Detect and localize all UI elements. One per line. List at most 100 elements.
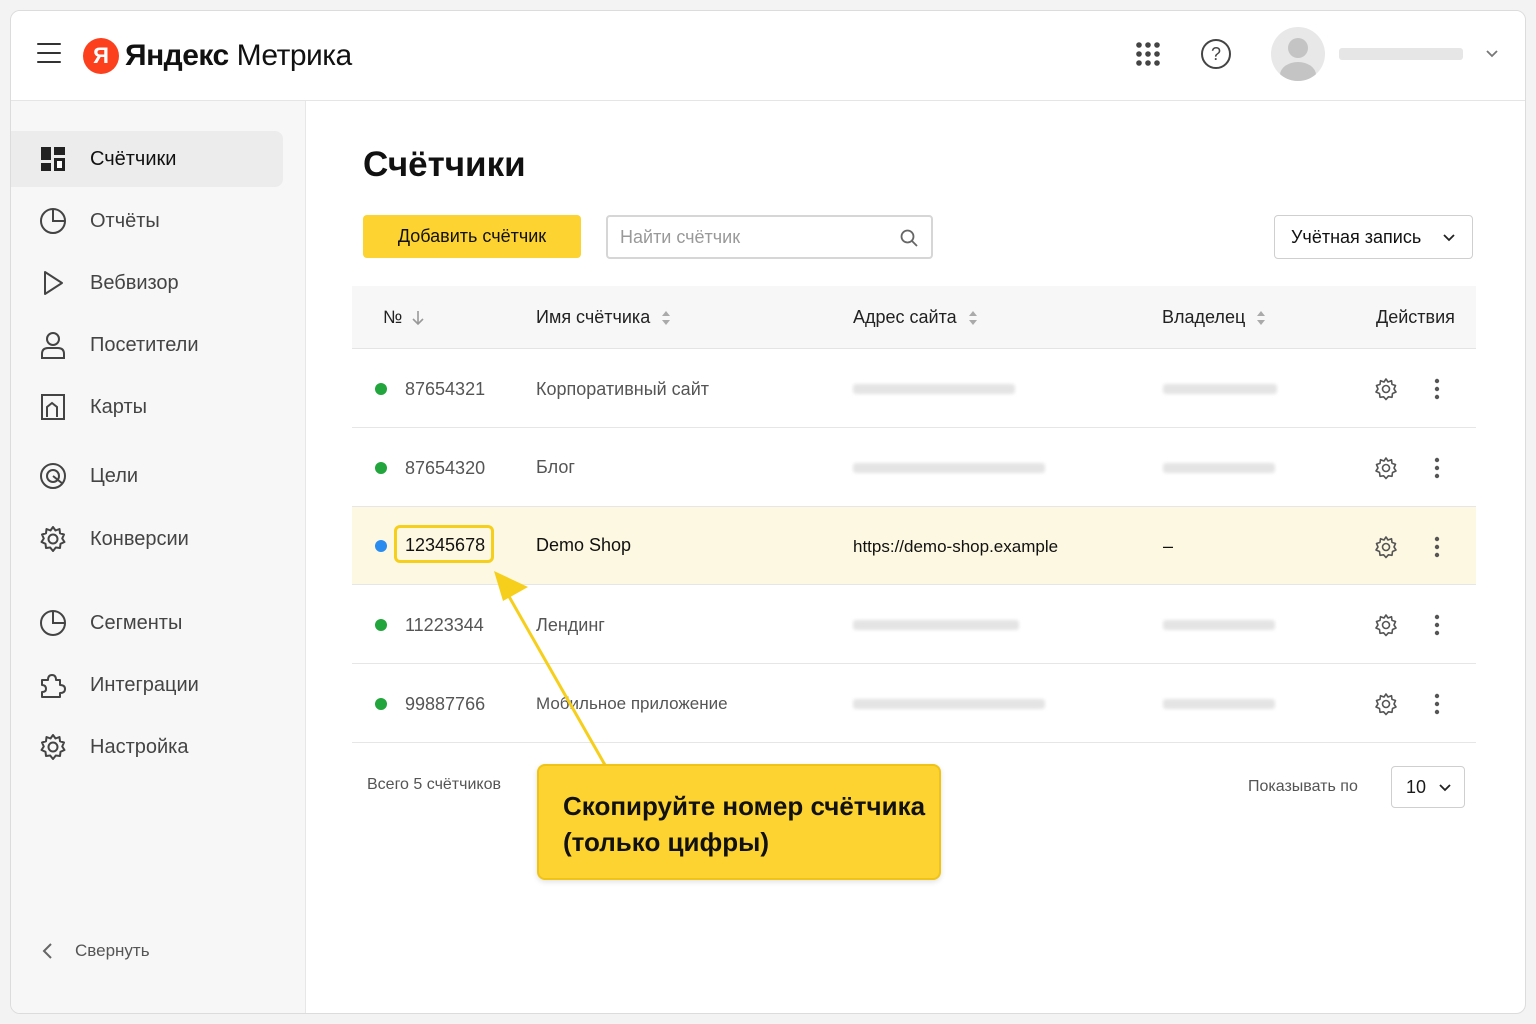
chevron-down-icon[interactable] [1485, 47, 1499, 61]
per-page-label: Показывать по [1248, 778, 1358, 795]
owner: – [1163, 536, 1174, 556]
more-options-icon[interactable] [1434, 457, 1440, 479]
callout-line-1: Скопируйте номер счётчика [563, 791, 926, 821]
sidebar-item-conversions[interactable]: Конверсии [11, 511, 283, 567]
more-options-icon[interactable] [1434, 693, 1440, 715]
redacted-owner [1163, 699, 1275, 709]
counter-name[interactable]: Demo Shop [536, 535, 631, 556]
settings-icon [38, 732, 68, 762]
redacted-owner [1163, 384, 1277, 394]
sidebar-item-label: Конверсии [90, 527, 189, 550]
apps-grid-icon[interactable] [1135, 41, 1161, 67]
sidebar-item-reports[interactable]: Отчёты [11, 193, 283, 249]
counter-id[interactable]: 12345678 [405, 535, 485, 556]
help-icon[interactable]: ? [1201, 39, 1231, 69]
redacted-owner [1163, 620, 1275, 630]
table-row[interactable]: 11223344 Лендинг [352, 585, 1476, 664]
product-logo[interactable]: Яндекс Метрика [125, 38, 352, 74]
sidebar-item-label: Посетители [90, 333, 199, 356]
status-dot [375, 462, 387, 474]
site-url[interactable]: https://demo-shop.example [853, 537, 1058, 557]
redacted-url [853, 463, 1045, 473]
more-options-icon[interactable] [1434, 614, 1440, 636]
sidebar-item-goals[interactable]: Цели [11, 448, 283, 504]
gear-icon[interactable] [1374, 456, 1398, 480]
map-icon [38, 392, 68, 422]
sort-icon [968, 310, 977, 325]
gear-icon[interactable] [1374, 692, 1398, 716]
instruction-callout: Скопируйте номер счётчика (только цифры) [537, 764, 941, 880]
counter-name[interactable]: Мобильное приложение [536, 694, 728, 714]
sidebar-item-counters[interactable]: Счётчики [11, 131, 283, 187]
callout-line-2: (только цифры) [563, 827, 770, 857]
counter-id[interactable]: 11223344 [405, 615, 484, 636]
counter-id[interactable]: 87654320 [405, 458, 485, 479]
sidebar-item-webvisor[interactable]: Вебвизор [11, 255, 283, 311]
more-options-icon[interactable] [1434, 536, 1440, 558]
sort-icon [662, 310, 671, 325]
per-page-select[interactable]: 10 [1391, 766, 1465, 808]
counter-id[interactable]: 99887766 [405, 694, 485, 715]
table-row[interactable]: 87654321 Корпоративный сайт [352, 349, 1476, 428]
page-title: Счётчики [363, 145, 526, 184]
column-header-name[interactable]: Имя счётчика [536, 307, 672, 328]
search-box[interactable] [606, 215, 933, 259]
puzzle-icon [38, 670, 68, 700]
logo-product: Метрика [236, 39, 353, 72]
avatar[interactable] [1271, 27, 1325, 81]
sidebar-item-label: Карты [90, 395, 147, 418]
redacted-url [853, 699, 1045, 709]
pie-chart-icon [38, 206, 68, 236]
account-select[interactable]: Учётная запись [1274, 215, 1473, 259]
column-header-owner[interactable]: Владелец [1162, 307, 1267, 328]
status-dot [375, 383, 387, 395]
segment-icon [38, 608, 68, 638]
redacted-url [853, 384, 1015, 394]
sidebar-item-label: Отчёты [90, 209, 160, 232]
target-icon [38, 461, 68, 491]
add-counter-button[interactable]: Добавить счётчик [363, 215, 581, 258]
dashboard-icon [38, 144, 68, 174]
more-options-icon[interactable] [1434, 378, 1440, 400]
table-row[interactable]: 99887766 Мобильное приложение [352, 664, 1476, 743]
gear-icon [38, 524, 68, 554]
sidebar-item-settings[interactable]: Настройка [11, 719, 283, 775]
per-page-value: 10 [1406, 777, 1427, 797]
counter-id[interactable]: 87654321 [405, 379, 485, 400]
logo-brand: Яндекс [125, 39, 229, 72]
sidebar-item-label: Цели [90, 464, 139, 487]
status-dot [375, 540, 387, 552]
redacted-url [853, 620, 1019, 630]
total-count: Всего 5 счётчиков [367, 776, 501, 793]
search-input[interactable] [620, 225, 880, 249]
column-header-url[interactable]: Адрес сайта [853, 307, 979, 328]
counter-name[interactable]: Блог [536, 457, 575, 478]
sidebar-item-segments[interactable]: Сегменты [11, 595, 283, 651]
sidebar-item-integrations[interactable]: Интеграции [11, 657, 283, 713]
gear-icon[interactable] [1374, 535, 1398, 559]
table-row-highlighted[interactable]: 12345678 Demo Shop https://demo-shop.exa… [352, 507, 1476, 585]
counters-table: № Имя счётчика Адрес сайта Владелец Дейс… [352, 286, 1476, 743]
chevron-down-icon [1443, 234, 1455, 242]
counter-name[interactable]: Лендинг [536, 615, 605, 636]
sidebar-item-maps[interactable]: Карты [11, 379, 283, 435]
sort-desc-icon [412, 310, 424, 325]
gear-icon[interactable] [1374, 613, 1398, 637]
gear-icon[interactable] [1374, 377, 1398, 401]
menu-icon[interactable] [37, 43, 61, 65]
status-dot [375, 619, 387, 631]
table-row[interactable]: 87654320 Блог [352, 428, 1476, 507]
counter-name[interactable]: Корпоративный сайт [536, 379, 709, 400]
username-placeholder[interactable] [1339, 48, 1463, 60]
collapse-sidebar-button[interactable]: Свернуть [41, 941, 150, 961]
top-header: Я Яндекс Метрика ? [11, 11, 1525, 101]
yandex-logo-icon[interactable]: Я [83, 38, 119, 74]
column-label: Имя счётчика [536, 307, 651, 327]
sidebar-item-visitors[interactable]: Посетители [11, 317, 283, 373]
column-header-id[interactable]: № [383, 307, 424, 328]
collapse-label: Свернуть [75, 941, 150, 960]
sidebar-item-label: Счётчики [90, 147, 177, 170]
account-select-label: Учётная запись [1291, 226, 1422, 247]
search-icon[interactable] [899, 228, 919, 248]
sidebar-item-label: Вебвизор [90, 271, 179, 294]
